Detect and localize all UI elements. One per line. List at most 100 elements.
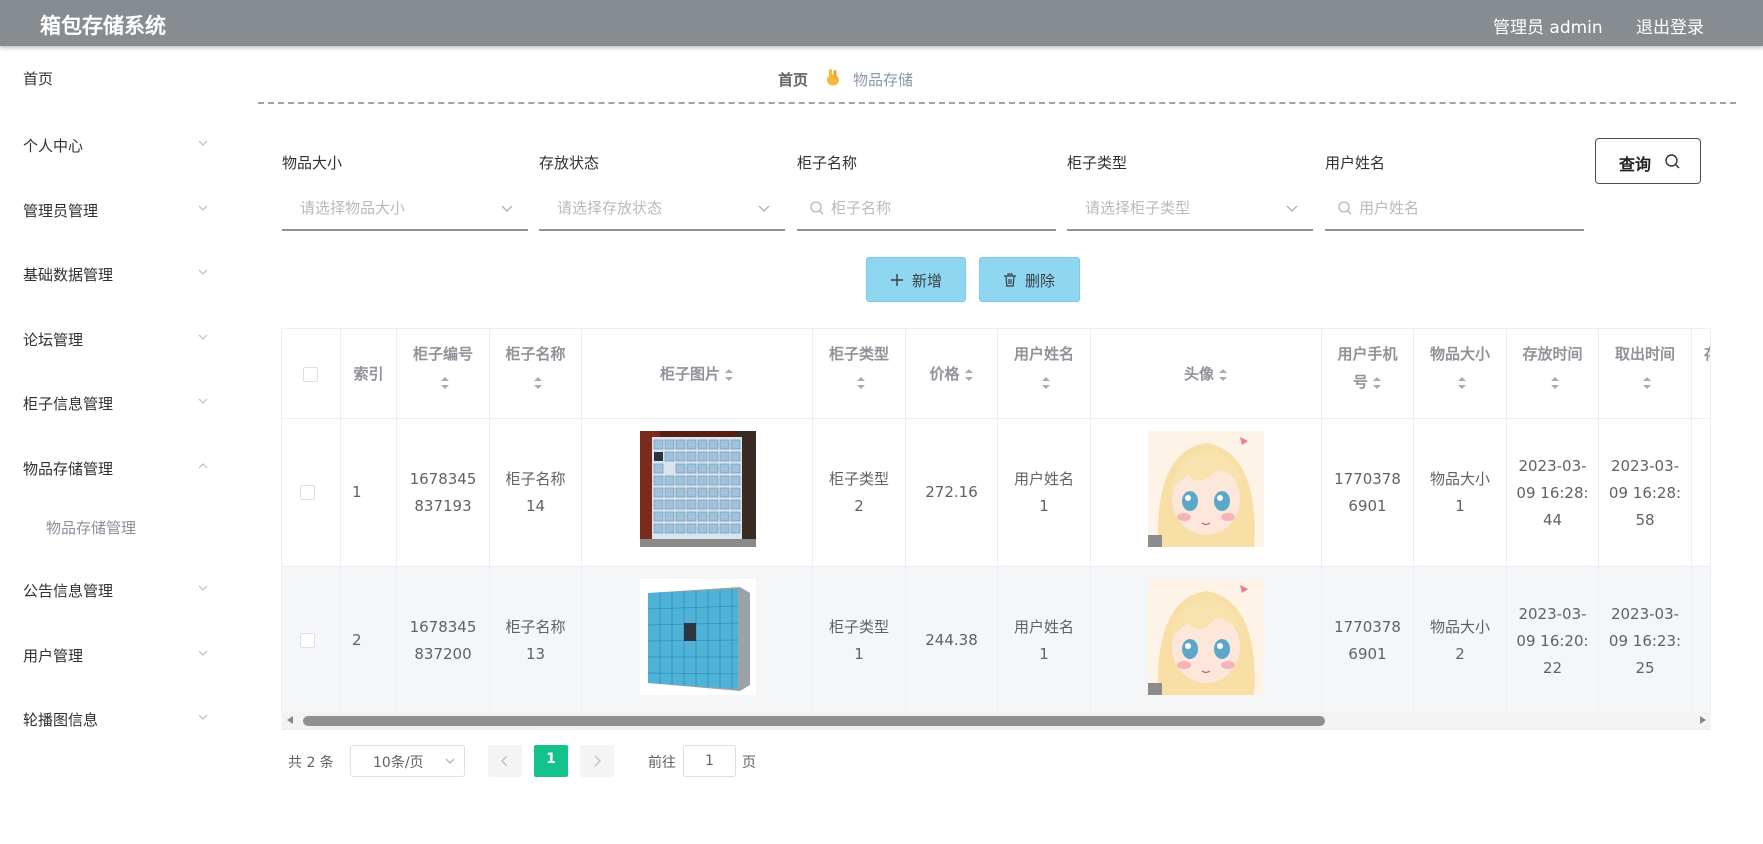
cell-code: 1678345 [409,470,477,488]
cell-store-time: 09 16:28: [1516,484,1589,502]
cabinet-name-filter-label: 柜子名称 [797,154,858,172]
chevron-down-icon [501,205,513,212]
header-user-name[interactable]: 用户姓名 [998,329,1091,419]
cell-take-time: 58 [1635,511,1655,529]
page-size-select[interactable]: 10条/页 [350,745,465,777]
header-type[interactable]: 柜子类型 [813,329,906,419]
chevron-up-icon [198,463,208,469]
sort-icon[interactable] [724,368,734,382]
sidebar-item-users[interactable]: 用户管理 [0,635,230,675]
query-button-label: 查询 [1619,155,1652,174]
breadcrumb-current: 物品存储 [853,71,914,89]
add-button-label: 新增 [912,272,943,290]
scroll-left-arrow[interactable] [287,716,293,724]
page-number-label: 1 [546,751,556,767]
user-name-input[interactable]: 用户姓名 [1325,188,1584,231]
cell-size: 物品大小 [1429,618,1490,636]
sort-icon[interactable] [1041,376,1051,390]
header-size[interactable]: 物品大小 [1414,329,1507,419]
header-take-time-label: 取出时间 [1614,345,1675,363]
page-number-current[interactable]: 1 [534,745,568,777]
sidebar-subitem-storage[interactable]: 物品存储管理 [0,507,230,547]
next-page-button[interactable] [580,745,614,777]
sort-icon[interactable] [1550,376,1560,390]
delete-button[interactable]: 删除 [979,257,1080,302]
sort-icon[interactable] [964,368,974,382]
select-all-checkbox[interactable] [303,367,318,382]
query-button[interactable]: 查询 [1595,138,1701,184]
app-title: 箱包存储系统 [40,14,166,38]
sidebar-item-personal[interactable]: 个人中心 [0,125,230,165]
cell-type: 1 [854,645,864,663]
page-size-value: 10条/页 [373,755,424,771]
cell-store-time: 09 16:20: [1516,632,1589,650]
sort-icon[interactable] [440,376,450,390]
row-checkbox[interactable] [300,633,315,648]
sidebar-item-forum[interactable]: 论坛管理 [0,319,230,359]
header-name[interactable]: 柜子名称 [490,329,582,419]
header-phone[interactable]: 用户手机 号 [1322,329,1414,419]
chevron-down-icon [198,650,208,656]
plus-icon [891,274,903,286]
cell-store-time: 22 [1542,659,1563,677]
size-select[interactable]: 请选择物品大小 [282,188,528,231]
cell-size: 1 [1455,497,1465,515]
cabinet-image[interactable] [640,431,756,547]
trash-icon [1004,273,1016,287]
header-avatar[interactable]: 头像 [1091,329,1322,419]
sort-icon[interactable] [1372,376,1382,390]
header-avatar-label: 头像 [1183,365,1214,383]
hand-icon [827,69,839,86]
avatar-image[interactable] [1148,431,1264,547]
sort-icon[interactable] [856,376,866,390]
cabinet-name-input[interactable]: 柜子名称 [797,188,1056,231]
sidebar-item-carousel[interactable]: 轮播图信息 [0,699,230,739]
cell-phone: 6901 [1348,645,1387,663]
header-select [282,329,341,419]
cell-store-time: 2023-03- [1518,605,1587,623]
chevron-down-icon [758,205,770,212]
sort-icon[interactable] [1218,368,1228,382]
header-store-time[interactable]: 存放时间 [1507,329,1599,419]
cell-take-time: 2023-03- [1610,605,1680,623]
sort-icon[interactable] [533,376,543,390]
cabinet-type-select[interactable]: 请选择柜子类型 [1067,188,1313,231]
cell-type: 柜子类型 [828,618,889,636]
table-scrollbar[interactable] [281,712,1711,729]
sidebar-item-home[interactable]: 首页 [0,58,230,98]
table-row[interactable]: 1 1678345 837193 柜子名称 14 柜子类型 2 272.16 用… [282,419,1710,567]
sidebar-item-notices[interactable]: 公告信息管理 [0,570,230,610]
avatar-image[interactable] [1148,579,1264,695]
cell-code: 837200 [414,645,472,663]
cell-price: 244.38 [925,631,978,649]
sidebar-item-basic-data[interactable]: 基础数据管理 [0,254,230,294]
row-checkbox[interactable] [300,485,315,500]
scroll-right-arrow[interactable] [1700,716,1706,724]
pagination-total: 共 2 条 [288,755,334,771]
header-price[interactable]: 价格 [906,329,998,419]
sidebar-item-admins[interactable]: 管理员管理 [0,190,230,230]
chevron-down-icon [198,714,208,720]
header-image[interactable]: 柜子图片 [582,329,813,419]
header-partial-label: 存 [1704,341,1710,367]
logout-link[interactable]: 退出登录 [1636,13,1704,38]
header-take-time[interactable]: 取出时间 [1599,329,1692,419]
header-phone-label-2: 号 [1352,373,1368,391]
sort-icon[interactable] [1642,376,1652,390]
add-button[interactable]: 新增 [866,257,966,302]
sidebar-item-cabinet-info[interactable]: 柜子信息管理 [0,383,230,423]
table-row[interactable]: 2 1678345 837200 柜子名称 13 柜子类型 1 244.38 用… [282,567,1710,715]
header-code[interactable]: 柜子编号 [397,329,490,419]
goto-page-input[interactable] [683,745,736,777]
sidebar-item-storage[interactable]: 物品存储管理 [0,448,230,488]
sort-icon[interactable] [1457,376,1467,390]
header-image-label: 柜子图片 [659,365,720,383]
scrollbar-thumb[interactable] [303,716,1325,726]
cabinet-image[interactable] [640,579,756,695]
header-user-name-label: 用户姓名 [1013,345,1074,363]
status-select[interactable]: 请选择存放状态 [539,188,785,231]
cell-name: 14 [525,497,546,515]
breadcrumb-home[interactable]: 首页 [778,69,808,90]
prev-page-button[interactable] [488,745,522,777]
cell-name: 柜子名称 [505,470,566,488]
